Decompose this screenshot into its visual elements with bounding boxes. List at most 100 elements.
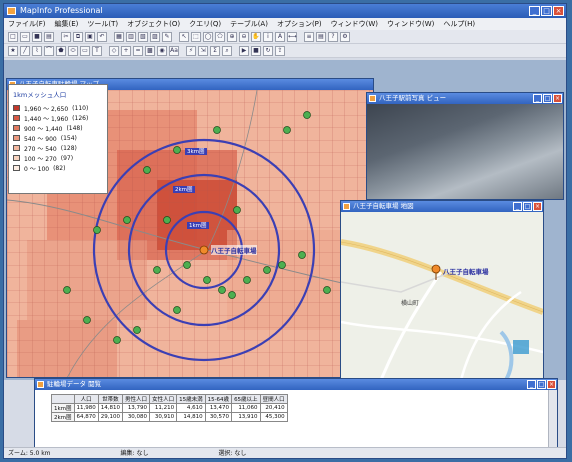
table-header[interactable]: 15-64歳 <box>204 394 233 404</box>
zoom-in-icon[interactable]: ⊕ <box>227 31 237 42</box>
table-header[interactable]: 女性人口 <box>149 394 178 404</box>
symbol-icon[interactable]: ★ <box>8 45 18 56</box>
table-maximize-button[interactable]: □ <box>537 380 546 389</box>
line-style-icon[interactable]: ═ <box>133 45 143 56</box>
new-browser-icon[interactable]: ▥ <box>126 31 136 42</box>
table-minimize-button[interactable]: _ <box>527 380 536 389</box>
photo-maximize-button[interactable]: □ <box>543 94 552 103</box>
table-cell[interactable]: 13,790 <box>122 403 151 413</box>
hotlink-icon[interactable]: ⚡ <box>186 45 196 56</box>
menu-window[interactable]: ウィンドウ(W) <box>331 18 378 30</box>
new-icon[interactable]: □ <box>8 31 18 42</box>
photo-close-button[interactable]: × <box>553 94 562 103</box>
polygon-icon[interactable]: ⬟ <box>56 45 66 56</box>
statistics-icon[interactable]: Σ <box>210 45 220 56</box>
table-header[interactable]: 65歳以上 <box>231 394 261 404</box>
menu-query[interactable]: クエリ(Q) <box>189 18 221 30</box>
table-header[interactable] <box>51 394 75 404</box>
ellipse-icon[interactable]: ⬭ <box>68 45 78 56</box>
tool-icon[interactable]: ✎ <box>162 31 172 42</box>
region-style-icon[interactable]: ▩ <box>145 45 155 56</box>
photo-window-titlebar[interactable]: 八王子駅前写真 ビュー _ □ × <box>367 93 563 104</box>
cut-icon[interactable]: ✂ <box>61 31 71 42</box>
road-map-window-titlebar[interactable]: 八王子自転車場 地図 _ □ × <box>341 201 543 212</box>
table-cell[interactable]: 4,610 <box>176 403 206 413</box>
road-map-window[interactable]: 八王子自転車場 地図 _ □ × 八王子自転車場 横山町 <box>340 200 544 380</box>
print-icon[interactable]: ▤ <box>44 31 54 42</box>
paste-icon[interactable]: ▣ <box>85 31 95 42</box>
stop-icon[interactable]: ■ <box>251 45 261 56</box>
layout-icon[interactable]: ▨ <box>150 31 160 42</box>
legend-window[interactable]: 1kmメッシュ人口 1,960 ～ 2,650 (110) 1,440 ～ 1,9… <box>8 84 108 194</box>
label-icon[interactable]: A <box>275 31 285 42</box>
marquee-icon[interactable]: ⬚ <box>191 31 201 42</box>
select-icon[interactable]: ↖ <box>179 31 189 42</box>
line-icon[interactable]: ╱ <box>20 45 30 56</box>
drag-map-icon[interactable]: ⇲ <box>198 45 208 56</box>
table-cell[interactable]: 64,870 <box>73 412 99 422</box>
zoom-out-icon[interactable]: ⊖ <box>239 31 249 42</box>
sql-select-icon[interactable]: ⌕ <box>222 45 232 56</box>
gear-icon[interactable]: ⚙ <box>340 31 350 42</box>
layer-control-icon[interactable]: ≡ <box>304 31 314 42</box>
table-cell[interactable]: 14,810 <box>97 403 124 413</box>
maximize-button[interactable]: □ <box>541 6 552 16</box>
table-cell[interactable]: 11,210 <box>149 403 178 413</box>
new-map-icon[interactable]: ▦ <box>114 31 124 42</box>
table-header[interactable]: 男性人口 <box>122 394 151 404</box>
table-cell[interactable]: 11,060 <box>231 403 261 413</box>
road-map-canvas[interactable]: 八王子自転車場 横山町 <box>341 212 543 379</box>
table-header[interactable]: 人口 <box>73 394 99 404</box>
rectangle-icon[interactable]: ▭ <box>80 45 90 56</box>
road-minimize-button[interactable]: _ <box>513 202 522 211</box>
table-cell[interactable]: 20,410 <box>259 403 288 413</box>
copy-icon[interactable]: ⧉ <box>73 31 83 42</box>
menu-window-2[interactable]: ウィンドウ(W) <box>387 18 434 30</box>
reshape-icon[interactable]: ◇ <box>109 45 119 56</box>
table-close-button[interactable]: × <box>547 380 556 389</box>
photo-minimize-button[interactable]: _ <box>533 94 542 103</box>
table-row[interactable]: 2km圏 64,870 29,100 30,080 30,910 14,810 … <box>51 412 288 422</box>
minimize-button[interactable]: _ <box>529 6 540 16</box>
text-style-icon[interactable]: Aa <box>169 45 179 56</box>
table-window[interactable]: 駐輪場データ 閲覧 _ □ × 人口 世帯数 男性人口 女性人口 15歳未満 1… <box>34 378 558 450</box>
undo-icon[interactable]: ↶ <box>97 31 107 42</box>
save-icon[interactable]: ■ <box>32 31 42 42</box>
road-maximize-button[interactable]: □ <box>523 202 532 211</box>
radius-icon[interactable]: ◯ <box>203 31 213 42</box>
ruler-icon[interactable]: ⟷ <box>287 31 297 42</box>
table-cell[interactable]: 30,910 <box>149 412 178 422</box>
help-icon[interactable]: ? <box>328 31 338 42</box>
table-scrollbar[interactable] <box>548 390 557 449</box>
app-titlebar[interactable]: MapInfo Professional _ □ × <box>4 4 566 18</box>
refresh-icon[interactable]: ↻ <box>263 45 273 56</box>
info-icon[interactable]: i <box>263 31 273 42</box>
menu-help[interactable]: ヘルプ(H) <box>443 18 475 30</box>
table-row[interactable]: 1km圏 11,980 14,810 13,790 11,210 4,610 1… <box>51 403 288 413</box>
table-cell[interactable]: 30,080 <box>122 412 151 422</box>
table-header[interactable]: 世帯数 <box>97 394 124 404</box>
open-icon[interactable]: ▭ <box>20 31 30 42</box>
table-header[interactable]: 昼間人口 <box>259 394 288 404</box>
legend-icon[interactable]: ▤ <box>316 31 326 42</box>
table-cell[interactable]: 13,470 <box>204 403 233 413</box>
table-cell[interactable]: 11,980 <box>73 403 99 413</box>
menu-table[interactable]: テーブル(A) <box>230 18 268 30</box>
add-node-icon[interactable]: + <box>121 45 131 56</box>
road-close-button[interactable]: × <box>533 202 542 211</box>
table-cell[interactable]: 13,910 <box>231 412 261 422</box>
menu-edit[interactable]: 編集(E) <box>55 18 79 30</box>
new-graph-icon[interactable]: ▧ <box>138 31 148 42</box>
polygon-select-icon[interactable]: ⬠ <box>215 31 225 42</box>
table-cell[interactable]: 29,100 <box>97 412 124 422</box>
table-cell[interactable]: 45,300 <box>259 412 288 422</box>
menu-objects[interactable]: オブジェクト(O) <box>127 18 180 30</box>
photo-window[interactable]: 八王子駅前写真 ビュー _ □ × <box>366 92 564 200</box>
menu-file[interactable]: ファイル(F) <box>8 18 46 30</box>
polyline-icon[interactable]: ⌇ <box>32 45 42 56</box>
menu-tools[interactable]: ツール(T) <box>87 18 118 30</box>
table-cell[interactable]: 2km圏 <box>51 412 75 422</box>
menu-options[interactable]: オプション(P) <box>277 18 322 30</box>
table-cell[interactable]: 1km圏 <box>51 403 75 413</box>
pan-icon[interactable]: ✋ <box>251 31 261 42</box>
